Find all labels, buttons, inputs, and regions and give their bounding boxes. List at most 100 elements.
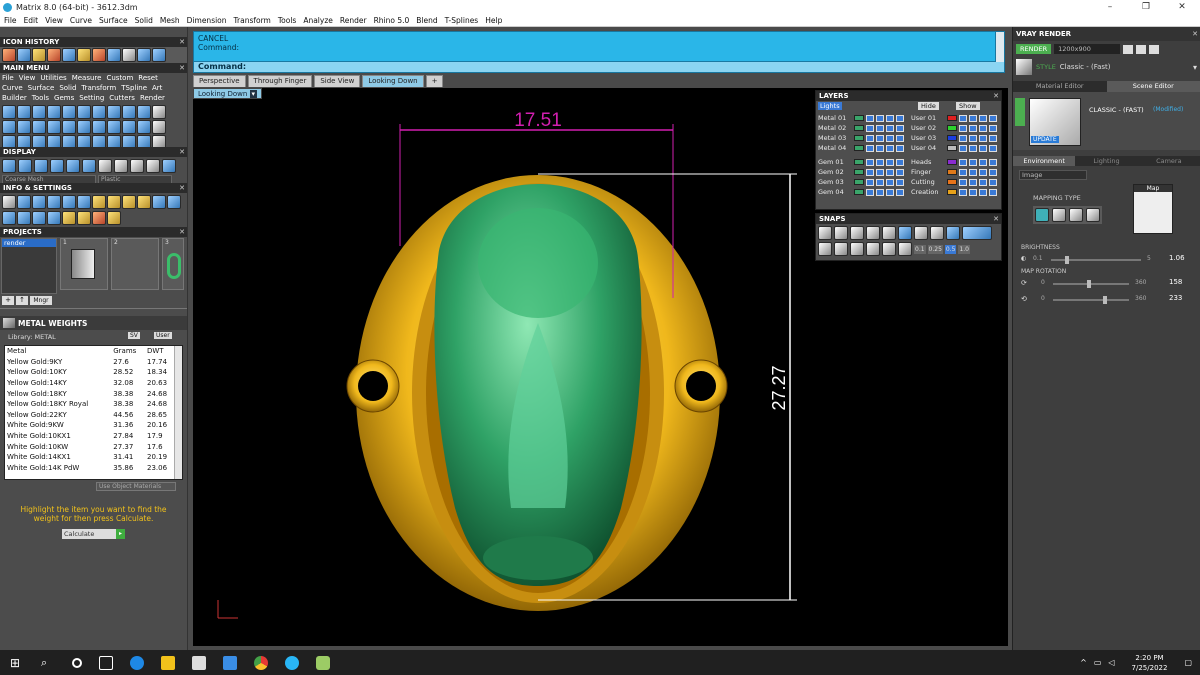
menu-item-view[interactable]: View: [45, 16, 63, 25]
main-menu-item-surface[interactable]: Surface: [28, 83, 55, 93]
project-slot-2[interactable]: 2: [111, 238, 159, 290]
layer-row[interactable]: Metal 04: [818, 143, 908, 153]
lock-icon[interactable]: [866, 178, 874, 186]
select-icon[interactable]: [886, 134, 894, 142]
tool-icon[interactable]: [47, 105, 61, 119]
visibility-icon[interactable]: [876, 114, 884, 122]
visibility-icon[interactable]: [969, 158, 977, 166]
main-menu-item-reset[interactable]: Reset: [138, 73, 158, 83]
close-icon[interactable]: ✕: [179, 37, 185, 47]
tab-side-view[interactable]: Side View: [314, 75, 361, 87]
select-icon[interactable]: [886, 168, 894, 176]
close-icon[interactable]: ✕: [179, 183, 185, 193]
store-icon[interactable]: [192, 655, 206, 670]
tool-icon[interactable]: [32, 120, 46, 134]
menu-item-render[interactable]: Render: [340, 16, 367, 25]
snap-icon[interactable]: [850, 226, 864, 240]
current-layer-icon[interactable]: [989, 144, 997, 152]
rotation-slider-1[interactable]: [1053, 280, 1129, 288]
settings-icon[interactable]: [167, 195, 181, 209]
display-mode-icon[interactable]: [18, 159, 32, 173]
settings-icon[interactable]: [152, 195, 166, 209]
display-mode-icon[interactable]: [2, 159, 16, 173]
main-menu-item-setting[interactable]: Setting: [79, 93, 104, 103]
table-scrollbar[interactable]: [174, 346, 182, 479]
main-menu-item-utilities[interactable]: Utilities: [40, 73, 66, 83]
material-ball-icon[interactable]: [130, 159, 144, 173]
select-icon[interactable]: [979, 168, 987, 176]
tab-scene-editor[interactable]: Scene Editor: [1106, 81, 1200, 92]
select-icon[interactable]: [886, 158, 894, 166]
snap-icon[interactable]: [930, 226, 944, 240]
resolution-field[interactable]: 1200x900: [1054, 44, 1121, 54]
history-tool-icon[interactable]: [107, 48, 121, 62]
tool-icon[interactable]: [77, 120, 91, 134]
layer-row[interactable]: Gem 04: [818, 187, 908, 197]
select-icon[interactable]: [979, 188, 987, 196]
table-row[interactable]: Yellow Gold:9KY 27.6 17.74: [5, 357, 175, 368]
project-slot-1[interactable]: 1: [60, 238, 108, 290]
lock-icon[interactable]: [959, 144, 967, 152]
mail-icon[interactable]: [223, 655, 237, 670]
tool-icon[interactable]: [2, 105, 16, 119]
current-layer-icon[interactable]: [896, 114, 904, 122]
snap-value[interactable]: 0.5: [944, 244, 957, 254]
windows-start-icon[interactable]: ⊞: [10, 656, 24, 670]
select-icon[interactable]: [979, 144, 987, 152]
lock-icon[interactable]: [959, 158, 967, 166]
brightness-value[interactable]: 1.06: [1169, 254, 1185, 262]
lock-icon[interactable]: [866, 114, 874, 122]
table-row[interactable]: White Gold:9KW 31.36 20.16: [5, 420, 175, 431]
chrome-icon[interactable]: [254, 655, 268, 670]
close-icon[interactable]: ✕: [179, 227, 185, 237]
display-mode-icon[interactable]: [66, 159, 80, 173]
select-icon[interactable]: [979, 124, 987, 132]
tool-icon[interactable]: [2, 120, 16, 134]
snap-icon[interactable]: [898, 242, 912, 256]
restore-button[interactable]: ❐: [1128, 0, 1164, 14]
rotation-value-1[interactable]: 158: [1169, 278, 1182, 286]
visibility-icon[interactable]: [969, 178, 977, 186]
visibility-icon[interactable]: [969, 144, 977, 152]
layer-row[interactable]: Metal 01: [818, 113, 908, 123]
task-view-icon[interactable]: [99, 655, 113, 670]
snap-icon[interactable]: [914, 226, 928, 240]
table-row[interactable]: Yellow Gold:10KY 28.52 18.34: [5, 367, 175, 378]
table-row[interactable]: Yellow Gold:18KY 38.38 24.68: [5, 388, 175, 399]
settings-icon[interactable]: [47, 210, 61, 225]
layer-color-swatch[interactable]: [854, 115, 864, 121]
visibility-icon[interactable]: [969, 124, 977, 132]
project-list[interactable]: render: [1, 238, 57, 294]
table-row[interactable]: Yellow Gold:22KY 44.56 28.65: [5, 410, 175, 421]
settings-icon[interactable]: [107, 195, 121, 209]
tool-icon[interactable]: [152, 120, 166, 134]
tab-lighting[interactable]: Lighting: [1075, 156, 1138, 166]
notifications-icon[interactable]: ▢: [1184, 658, 1192, 667]
visibility-icon[interactable]: [876, 188, 884, 196]
main-menu-item-cutters[interactable]: Cutters: [109, 93, 135, 103]
project-slot-3[interactable]: 3: [162, 238, 184, 290]
visibility-icon[interactable]: [969, 114, 977, 122]
lock-icon[interactable]: [959, 124, 967, 132]
menu-item-file[interactable]: File: [4, 16, 17, 25]
settings-icon[interactable]: [122, 195, 136, 209]
main-menu-item-art[interactable]: Art: [152, 83, 162, 93]
table-row[interactable]: White Gold:14K PdW 35.86 23.06: [5, 463, 175, 474]
snap-icon[interactable]: [818, 226, 832, 240]
history-tool-icon[interactable]: [17, 48, 31, 62]
tool-icon[interactable]: [92, 105, 106, 119]
layer-color-swatch[interactable]: [947, 179, 957, 185]
tool-icon[interactable]: [17, 120, 31, 134]
chevron-up-icon[interactable]: ^: [1080, 658, 1087, 667]
history-tool-icon[interactable]: [2, 48, 16, 62]
render-button[interactable]: RENDER: [1016, 44, 1052, 54]
close-icon[interactable]: ✕: [1192, 27, 1198, 41]
tab-environment[interactable]: Environment: [1013, 156, 1076, 166]
tool-icon[interactable]: [47, 120, 61, 134]
lock-icon[interactable]: [959, 178, 967, 186]
settings-icon[interactable]: [62, 210, 76, 225]
add-icon[interactable]: +: [2, 296, 14, 305]
snap-icon[interactable]: [882, 242, 896, 256]
layer-color-swatch[interactable]: [947, 159, 957, 165]
menu-item-solid[interactable]: Solid: [135, 16, 153, 25]
